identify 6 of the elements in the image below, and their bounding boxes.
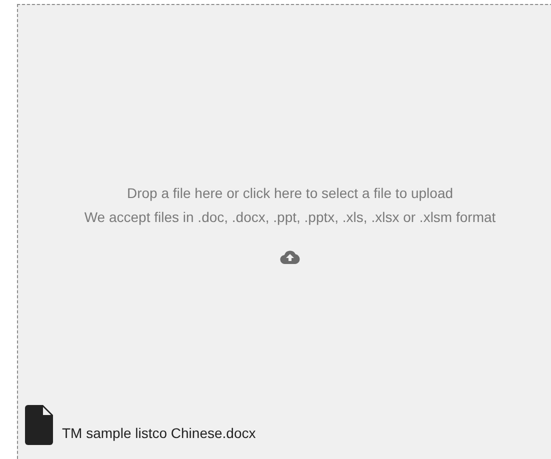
file-icon [25,405,53,445]
drop-zone[interactable]: Drop a file here or click here to select a file to upload We accept files in .doc, .docx, .ppt, .pptx, .xls, .xlsx or .xlsm format TM sample listco Chinese.docx [17,4,551,459]
file-name: TM sample listco Chinese.docx [62,424,256,443]
cloud-upload-icon [280,249,300,265]
upload-instruction: We accept files in .doc, .docx, .ppt, .pptx, .xls, .xlsx or .xlsm format [84,208,496,227]
upload-instruction: Drop a file here or click here to select a file to upload [126,184,454,203]
